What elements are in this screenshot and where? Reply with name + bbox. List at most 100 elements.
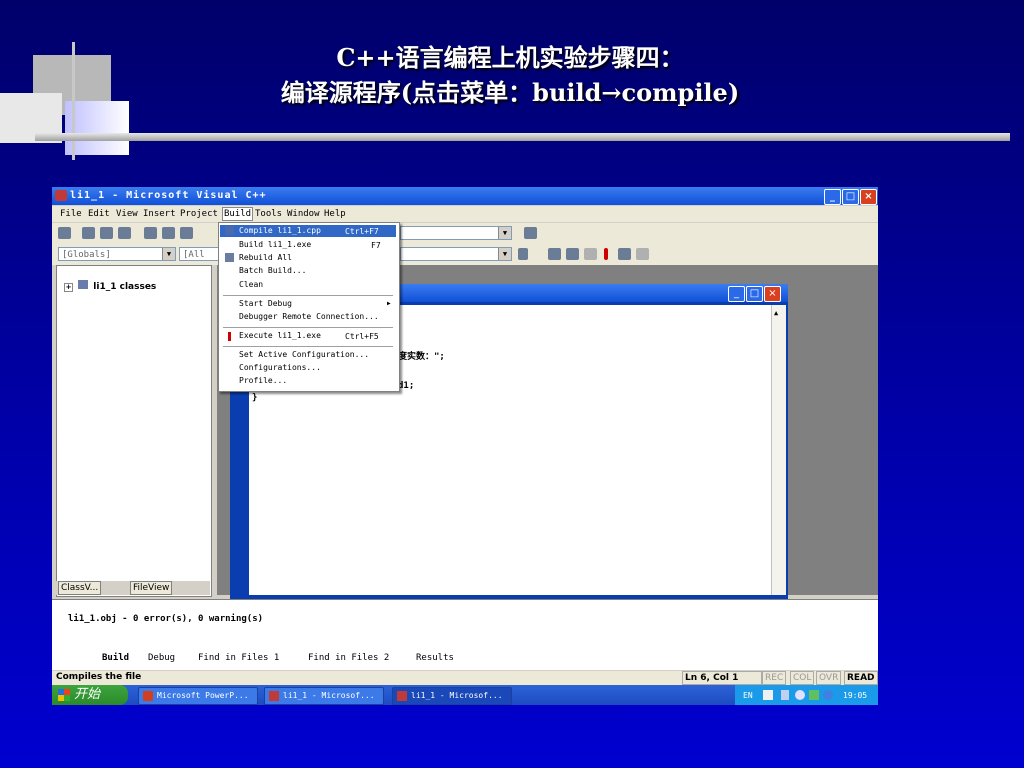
chevron-down-icon[interactable]: ▼ — [162, 248, 175, 260]
breakpoint-icon[interactable] — [636, 248, 649, 260]
menu-item-batch-build[interactable]: Batch Build... — [239, 265, 306, 277]
editor-close-button[interactable]: × — [764, 286, 781, 302]
shortcut-compile: Ctrl+F7 — [345, 227, 379, 236]
status-bar: Compiles the file Ln 6, Col 1 REC COL OV… — [52, 671, 878, 685]
menu-help[interactable]: Help — [324, 209, 346, 219]
editor-scrollbar[interactable]: ▲ — [771, 305, 786, 595]
editor-maximize-button[interactable]: □ — [746, 286, 763, 302]
editor-minimize-button[interactable]: _ — [728, 286, 745, 302]
menu-item-compile[interactable]: Compile li1_1.cpp — [239, 225, 321, 237]
functions-combo[interactable]: ▼ — [400, 247, 512, 261]
menu-item-start-debug[interactable]: Start Debug — [239, 298, 292, 310]
build-output-message: li1_1.obj - 0 error(s), 0 warning(s) — [68, 614, 264, 624]
paste-icon[interactable] — [180, 227, 193, 239]
chevron-down-icon[interactable]: ▼ — [498, 248, 511, 260]
menu-tools[interactable]: Tools — [255, 209, 282, 219]
help-tray-icon[interactable] — [763, 690, 773, 700]
title-rule — [35, 133, 1010, 141]
tree-root-label: li1_1 classes — [93, 282, 157, 292]
menu-item-profile[interactable]: Profile... — [239, 375, 287, 387]
tab-build[interactable]: Build — [102, 653, 129, 663]
code-line-3: } — [252, 393, 258, 403]
menu-view[interactable]: View — [116, 209, 138, 219]
execute-icon[interactable] — [604, 248, 608, 260]
standard-toolbar: ▼ — [52, 223, 878, 244]
powerpoint-icon — [143, 690, 153, 701]
indicator-rec: REC — [762, 671, 787, 685]
menu-edit[interactable]: Edit — [88, 209, 110, 219]
tab-results[interactable]: Results — [416, 653, 454, 663]
menu-separator — [223, 346, 393, 347]
start-button[interactable]: 开始 — [52, 685, 128, 705]
maximize-button[interactable]: □ — [842, 189, 859, 205]
members-combo[interactable]: [All glo — [179, 247, 219, 261]
globals-combo[interactable]: [Globals] ▼ — [58, 247, 176, 261]
menu-build[interactable]: Build — [222, 207, 254, 221]
window-title-bar[interactable]: li1_1 - Microsoft Visual C++ _ □ × — [52, 187, 878, 205]
vc-task-icon — [269, 690, 279, 701]
task-vc-1[interactable]: li1_1 - Microsof... — [264, 687, 384, 705]
slide-title: C++语言编程上机实验步骤四： 编译源程序(点击菜单：build→compile… — [150, 40, 870, 110]
slide-title-line1: C++语言编程上机实验步骤四： — [336, 43, 684, 72]
menu-item-rebuild-all[interactable]: Rebuild All — [239, 252, 292, 264]
code-line-1: 度实数："; — [398, 352, 445, 362]
scroll-up-icon[interactable]: ▲ — [774, 309, 778, 317]
cursor-position: Ln 6, Col 1 — [682, 671, 762, 685]
security-tray-icon[interactable] — [809, 690, 819, 700]
find-in-files-icon[interactable] — [524, 227, 537, 239]
slide-title-line2: 编译源程序(点击菜单：build→compile) — [280, 78, 740, 107]
stop-build-icon[interactable] — [584, 248, 597, 260]
menu-item-execute[interactable]: Execute li1_1.exe — [239, 330, 321, 342]
build-menu: Compile li1_1.cpp Ctrl+F7 Build li1_1.ex… — [218, 222, 400, 392]
vc-app-icon — [55, 190, 67, 201]
start-label: 开始 — [74, 687, 101, 702]
menu-item-debugger-remote[interactable]: Debugger Remote Connection... — [239, 311, 379, 323]
expand-icon[interactable]: + — [64, 283, 73, 292]
build-icon[interactable] — [566, 248, 579, 260]
qq-tray-icon[interactable] — [823, 690, 833, 700]
go-icon[interactable] — [618, 248, 631, 260]
taskbar: 开始 Microsoft PowerP... li1_1 - Microsof.… — [52, 685, 878, 705]
cut-icon[interactable] — [144, 227, 157, 239]
copy-icon[interactable] — [162, 227, 175, 239]
compile-icon[interactable] — [548, 248, 561, 260]
tab-classview[interactable]: ClassV... — [58, 581, 102, 595]
menu-item-clean[interactable]: Clean — [239, 279, 263, 291]
menu-insert[interactable]: Insert — [143, 209, 176, 219]
submenu-arrow-icon: ▶ — [387, 300, 391, 307]
tab-debug[interactable]: Debug — [148, 653, 175, 663]
tree-root[interactable]: + li1_1 classes — [64, 280, 156, 292]
menu-window[interactable]: Window — [287, 209, 320, 219]
volume-tray-icon[interactable] — [795, 690, 805, 700]
menu-item-build[interactable]: Build li1_1.exe — [239, 239, 311, 251]
save-all-icon[interactable] — [118, 227, 131, 239]
network-tray-icon[interactable] — [781, 690, 789, 700]
status-message: Compiles the file — [56, 672, 142, 682]
rebuild-icon — [225, 253, 234, 262]
task-powerpoint[interactable]: Microsoft PowerP... — [138, 687, 258, 705]
chevron-down-icon[interactable]: ▼ — [498, 227, 511, 239]
wizard-action-icon[interactable] — [518, 248, 528, 260]
deco-vline — [72, 42, 75, 160]
new-file-icon[interactable] — [58, 227, 71, 239]
open-icon[interactable] — [82, 227, 95, 239]
shortcut-execute: Ctrl+F5 — [345, 332, 379, 341]
tab-find-in-files-2[interactable]: Find in Files 2 — [308, 653, 389, 663]
tab-find-in-files-1[interactable]: Find in Files 1 — [198, 653, 279, 663]
find-combo[interactable]: ▼ — [400, 226, 512, 240]
menu-item-set-active-config[interactable]: Set Active Configuration... — [239, 349, 369, 361]
menu-item-configurations[interactable]: Configurations... — [239, 362, 321, 374]
close-button[interactable]: × — [860, 189, 877, 205]
minimize-button[interactable]: _ — [824, 189, 841, 205]
menu-project[interactable]: Project — [180, 209, 218, 219]
members-combo-value: [All glo — [183, 250, 205, 260]
menu-file[interactable]: File — [60, 209, 82, 219]
code-line-2: d1; — [398, 381, 415, 391]
task-vc-2[interactable]: li1_1 - Microsof... — [392, 687, 512, 705]
vc-window: li1_1 - Microsoft Visual C++ _ □ × File … — [52, 187, 878, 705]
wizard-toolbar: [Globals] ▼ [All glo ▼ — [52, 244, 878, 265]
language-indicator[interactable]: EN — [743, 691, 753, 700]
save-icon[interactable] — [100, 227, 113, 239]
menu-bar: File Edit View Insert Project Build Tool… — [52, 206, 878, 222]
tab-fileview[interactable]: FileView — [130, 581, 173, 595]
